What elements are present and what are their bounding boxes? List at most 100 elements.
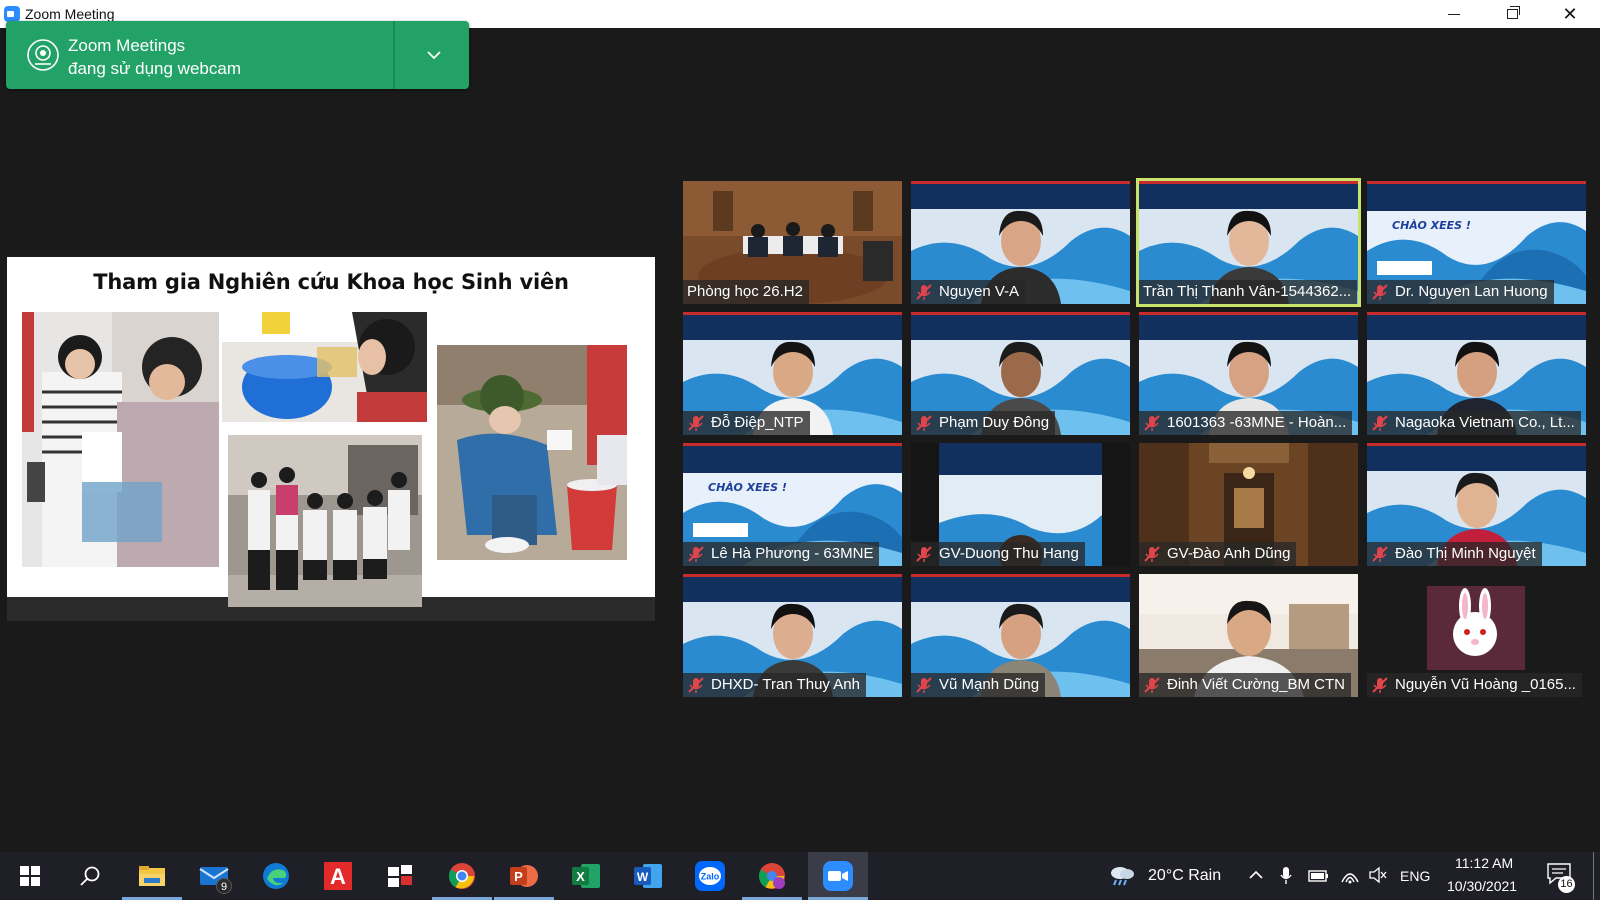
participant-tile[interactable]: Đỗ Điệp_NTP [683, 312, 902, 435]
taskbar-app-chrome-profile[interactable] [742, 852, 802, 900]
participant-tile[interactable]: GV-Duong Thu Hang [911, 443, 1130, 566]
clock-time[interactable]: 11:12 AM [1455, 855, 1513, 871]
expand-notification-button[interactable] [424, 45, 444, 65]
close-button[interactable]: ✕ [1541, 0, 1599, 28]
file-explorer-icon [139, 866, 165, 886]
windows-taskbar: 9 A P X W Zalo 20°C Rain ENG 11:12 AM 10… [0, 852, 1600, 900]
participant-tile[interactable]: Vũ Mạnh Dũng [911, 574, 1130, 697]
participant-tile[interactable]: Trần Thị Thanh Vân-1544362... [1136, 178, 1361, 307]
svg-text:W: W [637, 870, 649, 884]
participant-name-label: Nagaoka Vietnam Co., Lt... [1367, 411, 1581, 435]
participant-tile[interactable]: DHXD- Tran Thuy Anh [683, 574, 902, 697]
taskbar-app-powerpoint[interactable]: P [494, 852, 554, 900]
weather-text[interactable]: 20°C Rain [1148, 867, 1221, 885]
participant-name: Đinh Viết Cường_BM CTN [1167, 676, 1345, 693]
notification-title: Zoom Meetings [68, 36, 186, 55]
participant-tile[interactable]: Nguyen V-A [911, 181, 1130, 304]
powerpoint-icon: P [510, 865, 538, 887]
participant-name: GV-Đào Anh Dũng [1167, 545, 1291, 562]
taskbar-app-zalo[interactable]: Zalo [680, 852, 740, 900]
start-button[interactable] [0, 852, 60, 900]
participant-name-label: GV-Đào Anh Dũng [1139, 542, 1297, 566]
minimize-icon [1448, 13, 1460, 15]
weather-rain-icon [1111, 867, 1134, 886]
taskbar-app-mail[interactable]: 9 [184, 852, 244, 900]
participant-name: Đỗ Điệp_NTP [711, 414, 804, 431]
clock-date[interactable]: 10/30/2021 [1447, 878, 1517, 894]
restore-icon [1506, 6, 1520, 19]
microphone-muted-icon [1372, 284, 1388, 300]
slide-title: Tham gia Nghiên cứu Khoa học Sinh viên [93, 270, 569, 294]
slide-photo-lab-bench [222, 312, 427, 422]
restore-button[interactable] [1483, 0, 1541, 28]
webcam-notification[interactable]: Zoom Meetings đang sử dụng webcam [6, 21, 469, 89]
zalo-icon: Zalo [695, 861, 725, 891]
action-center-button[interactable]: 16 [1546, 862, 1576, 893]
participant-name: Đào Thị Minh Nguyệt [1395, 545, 1536, 562]
participant-name: Dr. Nguyen Lan Huong [1395, 283, 1548, 300]
svg-text:CHÀO XEES !: CHÀO XEES ! [708, 480, 787, 494]
wifi-icon[interactable] [1340, 866, 1360, 884]
minimize-button[interactable] [1425, 0, 1483, 28]
microphone-icon[interactable] [1280, 866, 1292, 886]
participant-tile[interactable]: Đinh Viết Cường_BM CTN [1139, 574, 1358, 697]
chrome-profile-icon [758, 863, 785, 889]
window-title: Zoom Meeting [25, 6, 115, 22]
taskbar-app-zoom[interactable] [808, 852, 868, 900]
participant-name-label: Dr. Nguyen Lan Huong [1367, 280, 1554, 304]
svg-text:P: P [514, 869, 523, 884]
taskbar-app-file-explorer[interactable] [122, 852, 182, 900]
search-button[interactable] [60, 852, 120, 900]
participant-name: Trần Thị Thanh Vân-1544362... [1143, 283, 1352, 300]
windows-logo-icon [20, 866, 40, 886]
participant-name: Phạm Duy Đông [939, 414, 1050, 431]
participant-tile[interactable]: Phạm Duy Đông [911, 312, 1130, 435]
participant-name-label: Trần Thị Thanh Vân-1544362... [1139, 280, 1358, 304]
battery-icon[interactable] [1308, 869, 1330, 883]
search-icon [80, 866, 100, 886]
mail-badge: 9 [216, 878, 232, 894]
acrobat-icon: A [324, 862, 352, 890]
participant-tile[interactable]: CHÀO XEES ! Dr. Nguyen Lan Huong [1367, 181, 1586, 304]
participant-name: Vũ Mạnh Dũng [939, 676, 1040, 693]
chevron-up-icon[interactable] [1248, 868, 1264, 882]
edge-icon [263, 863, 289, 889]
participant-name: 1601363 -63MNE - Hoàn... [1167, 414, 1347, 431]
participant-name-label: GV-Duong Thu Hang [911, 542, 1085, 566]
participant-name-label: 1601363 -63MNE - Hoàn... [1139, 411, 1353, 435]
microphone-muted-icon [916, 415, 932, 431]
participant-name: Lê Hà Phương - 63MNE [711, 545, 874, 562]
taskbar-app-unikey[interactable] [370, 852, 430, 900]
taskbar-app-excel[interactable]: X [556, 852, 616, 900]
taskbar-app-word[interactable]: W [618, 852, 678, 900]
participant-name: Phòng học 26.H2 [687, 283, 803, 300]
input-language[interactable]: ENG [1400, 868, 1430, 884]
taskbar-app-acrobat[interactable]: A [308, 852, 368, 900]
participant-tile[interactable]: Phòng học 26.H2 [683, 181, 902, 304]
webcam-icon [27, 39, 59, 71]
participant-name: GV-Duong Thu Hang [939, 545, 1079, 562]
svg-text:Zalo: Zalo [701, 872, 720, 882]
participant-name: DHXD- Tran Thuy Anh [711, 676, 860, 693]
participant-name-label: Vũ Mạnh Dũng [911, 673, 1046, 697]
microphone-muted-icon [916, 546, 932, 562]
chrome-icon [448, 863, 475, 889]
taskbar-app-chrome[interactable] [432, 852, 492, 900]
participant-tile[interactable]: Nagaoka Vietnam Co., Lt... [1367, 312, 1586, 435]
show-desktop-button[interactable] [1593, 852, 1594, 900]
svg-text:X: X [576, 869, 585, 884]
slide-photo-group [228, 435, 422, 607]
participant-tile[interactable]: Đào Thị Minh Nguyệt [1367, 443, 1586, 566]
participant-tile[interactable]: Nguyễn Vũ Hoàng _0165... [1367, 574, 1586, 697]
taskbar-app-edge[interactable] [246, 852, 306, 900]
excel-icon: X [572, 864, 600, 888]
word-icon: W [634, 864, 662, 888]
microphone-muted-icon [1144, 677, 1160, 693]
unikey-icon [388, 865, 412, 887]
participant-tile[interactable]: 1601363 -63MNE - Hoàn... [1139, 312, 1358, 435]
participant-tile[interactable]: GV-Đào Anh Dũng [1139, 443, 1358, 566]
participant-name-label: DHXD- Tran Thuy Anh [683, 673, 866, 697]
participant-name: Nguyen V-A [939, 283, 1020, 300]
participant-tile[interactable]: CHÀO XEES ! Lê Hà Phương - 63MNE [683, 443, 902, 566]
speaker-muted-icon[interactable] [1368, 866, 1388, 884]
